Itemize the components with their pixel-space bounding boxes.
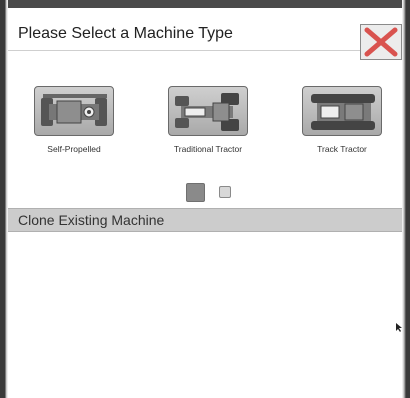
page-indicator-2[interactable]	[219, 186, 231, 198]
clone-label: Clone Existing Machine	[18, 212, 165, 228]
machine-type-dialog: Please Select a Machine Type Self-Propel…	[0, 0, 410, 398]
machine-label: Traditional Tractor	[173, 144, 243, 154]
right-border	[402, 0, 410, 398]
close-button[interactable]	[360, 24, 402, 60]
track-tractor-button[interactable]	[302, 86, 382, 136]
machine-option-track-tractor[interactable]: Track Tractor	[292, 86, 392, 158]
mouse-cursor-icon	[396, 323, 402, 332]
page-indicator-1[interactable]	[186, 183, 205, 202]
clone-existing-machine-header[interactable]: Clone Existing Machine	[8, 208, 402, 232]
title-bar: Please Select a Machine Type	[8, 18, 402, 60]
traditional-tractor-button[interactable]	[168, 86, 248, 136]
traditional-tractor-icon	[175, 93, 239, 131]
machine-label: Self-Propelled	[47, 144, 101, 154]
top-border	[0, 0, 410, 8]
machine-option-traditional-tractor[interactable]: Traditional Tractor	[158, 86, 258, 158]
self-propelled-button[interactable]	[34, 86, 114, 136]
machine-option-self-propelled[interactable]: Self-Propelled	[24, 86, 124, 158]
left-border	[0, 0, 8, 398]
machine-label: Track Tractor	[317, 144, 367, 154]
dialog-title: Please Select a Machine Type	[18, 25, 233, 42]
track-tractor-icon	[311, 94, 375, 130]
close-x-icon	[364, 27, 398, 57]
self-propelled-icon	[41, 94, 107, 126]
